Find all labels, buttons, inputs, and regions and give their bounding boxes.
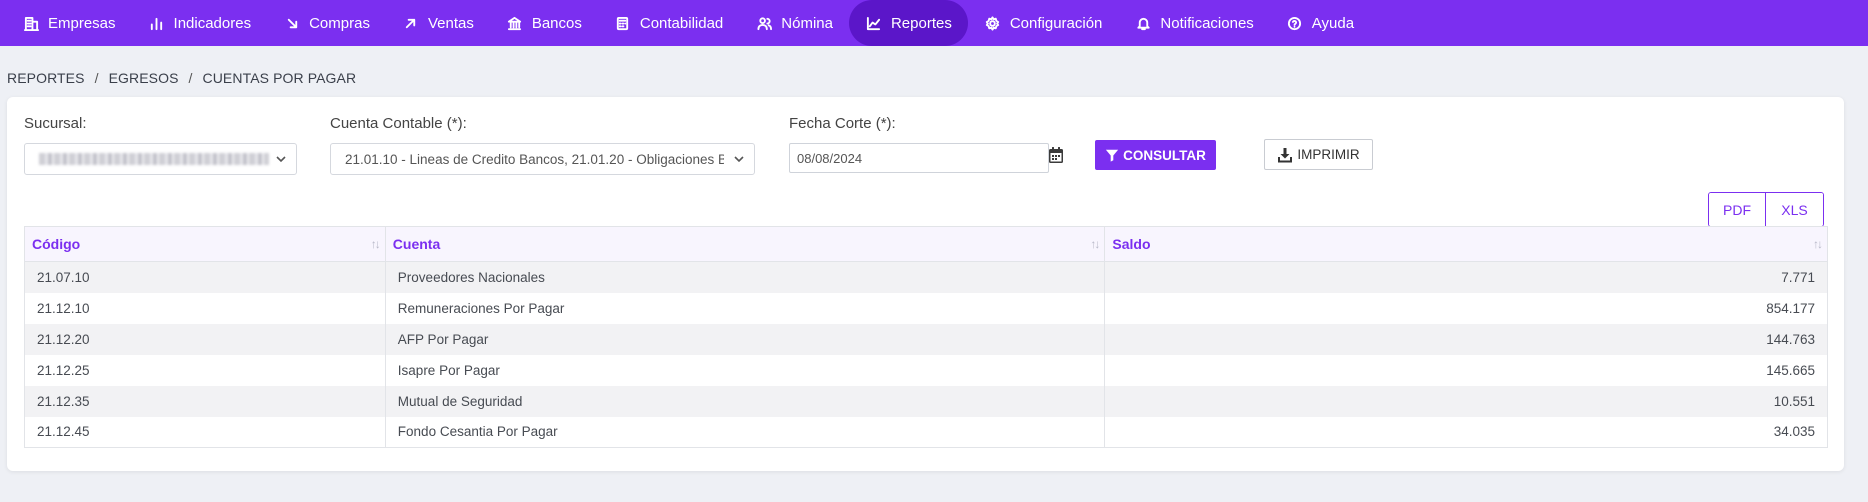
chevron-down-icon: [733, 153, 745, 165]
gear-icon: [984, 14, 1002, 32]
top-navigation: Empresas Indicadores Compras Ventas Banc…: [0, 0, 1868, 46]
calendar-icon[interactable]: [1049, 147, 1063, 163]
sort-icon: ↑↓: [370, 237, 381, 251]
bank-icon: [506, 14, 524, 32]
cuenta-contable-value: 21.01.10 - Lineas de Credito Bancos, 21.…: [345, 151, 724, 167]
imprimir-label: IMPRIMIR: [1297, 147, 1360, 162]
nav-item-label: Bancos: [531, 14, 582, 32]
nav-item-ayuda[interactable]: Ayuda: [1270, 0, 1370, 46]
breadcrumb-separator: /: [188, 70, 193, 86]
fecha-corte-value: 08/08/2024: [797, 150, 863, 166]
nav-item-label: Compras: [309, 14, 370, 32]
table-row: 21.12.20 AFP Por Pagar 144.763: [24, 323, 1828, 355]
column-header-saldo[interactable]: Saldo ↑↓: [1104, 226, 1828, 262]
breadcrumb-separator: /: [94, 70, 99, 86]
column-header-label: Cuenta: [392, 236, 441, 252]
breadcrumb-item-egresos[interactable]: EGRESOS: [109, 70, 179, 86]
nav-item-bancos[interactable]: Bancos: [490, 0, 598, 46]
table-row: 21.12.35 Mutual de Seguridad 10.551: [24, 385, 1828, 417]
table-row: 21.12.25 Isapre Por Pagar 145.665: [24, 354, 1828, 386]
cell-codigo: 21.12.10: [24, 292, 386, 324]
column-header-codigo[interactable]: Código ↑↓: [24, 226, 386, 262]
filter-icon: [1106, 149, 1119, 162]
report-card: Sucursal: Cuenta Contable (*): 21.01.10 …: [7, 97, 1844, 471]
cell-cuenta: Remuneraciones Por Pagar: [384, 292, 1106, 324]
arrow-up-right-icon: [402, 14, 420, 32]
bar-chart-icon: [148, 14, 166, 32]
nav-item-label: Nómina: [781, 14, 833, 32]
cell-cuenta: AFP Por Pagar: [384, 323, 1106, 355]
cell-codigo: 21.07.10: [24, 261, 386, 293]
cell-cuenta: Mutual de Seguridad: [384, 385, 1106, 417]
cell-codigo: 21.12.45: [24, 416, 386, 448]
nav-item-compras[interactable]: Compras: [267, 0, 386, 46]
cell-codigo: 21.12.35: [24, 385, 386, 417]
column-header-cuenta[interactable]: Cuenta ↑↓: [384, 226, 1106, 262]
building-icon: [22, 14, 40, 32]
arrow-down-right-icon: [283, 14, 301, 32]
nav-item-label: Reportes: [890, 14, 952, 32]
consultar-button[interactable]: CONSULTAR: [1095, 140, 1216, 170]
sort-icon: ↑↓: [1813, 237, 1823, 251]
nav-item-ventas[interactable]: Ventas: [386, 0, 490, 46]
calculator-icon: [614, 14, 632, 32]
cell-saldo: 144.763: [1104, 323, 1828, 355]
imprimir-button[interactable]: IMPRIMIR: [1264, 139, 1373, 170]
cell-cuenta: Proveedores Nacionales: [384, 261, 1106, 293]
cell-saldo: 854.177: [1104, 292, 1828, 324]
nav-item-label: Ventas: [427, 14, 474, 32]
cell-saldo: 34.035: [1104, 416, 1828, 448]
nav-item-label: Notificaciones: [1160, 14, 1254, 32]
breadcrumb: REPORTES / EGRESOS / CUENTAS POR PAGAR: [7, 70, 356, 86]
fecha-corte-input[interactable]: 08/08/2024: [789, 143, 1049, 173]
nav-item-indicadores[interactable]: Indicadores: [132, 0, 268, 46]
nav-item-notificaciones[interactable]: Notificaciones: [1118, 0, 1269, 46]
download-icon: [1278, 147, 1293, 162]
export-xls-button[interactable]: XLS: [1765, 193, 1823, 226]
nav-item-contabilidad[interactable]: Contabilidad: [598, 0, 739, 46]
cuentas-por-pagar-table: Código ↑↓ Cuenta ↑↓ Saldo ↑↓ 21.07.10 Prove…: [24, 226, 1828, 448]
cuenta-contable-label: Cuenta Contable (*):: [330, 115, 467, 132]
nav-item-label: Contabilidad: [639, 14, 724, 32]
table-header-row: Código ↑↓ Cuenta ↑↓ Saldo ↑↓: [24, 226, 1828, 262]
cell-saldo: 10.551: [1104, 385, 1828, 417]
breadcrumb-item-current: CUENTAS POR PAGAR: [202, 70, 357, 86]
cell-cuenta: Fondo Cesantia Por Pagar: [384, 416, 1106, 448]
chevron-down-icon: [275, 153, 287, 165]
consultar-label: CONSULTAR: [1123, 147, 1206, 163]
nav-item-label: Indicadores: [173, 14, 252, 32]
breadcrumb-item-reportes[interactable]: REPORTES: [7, 70, 85, 86]
export-button-group: PDF XLS: [1708, 192, 1824, 227]
cell-codigo: 21.12.25: [24, 354, 386, 386]
nav-item-reportes[interactable]: Reportes: [848, 0, 968, 46]
fecha-corte-label: Fecha Corte (*):: [789, 115, 896, 132]
nav-item-label: Empresas: [48, 14, 116, 32]
column-header-label: Saldo: [1112, 236, 1151, 252]
sucursal-select[interactable]: [24, 143, 297, 175]
sucursal-value-redacted: [39, 153, 269, 165]
cell-codigo: 21.12.20: [24, 323, 386, 355]
table-row: 21.07.10 Proveedores Nacionales 7.771: [24, 261, 1828, 293]
sort-icon: ↑↓: [1090, 237, 1100, 251]
bell-icon: [1134, 14, 1152, 32]
column-header-label: Código: [32, 236, 81, 252]
users-icon: [755, 14, 773, 32]
nav-item-nomina[interactable]: Nómina: [739, 0, 849, 46]
sucursal-label: Sucursal:: [24, 115, 87, 132]
cuenta-contable-select[interactable]: 21.01.10 - Lineas de Credito Bancos, 21.…: [330, 143, 755, 175]
cell-saldo: 7.771: [1104, 261, 1828, 293]
export-pdf-button[interactable]: PDF: [1709, 193, 1765, 226]
nav-item-configuracion[interactable]: Configuración: [968, 0, 1119, 46]
cell-cuenta: Isapre Por Pagar: [384, 354, 1106, 386]
table-row: 21.12.45 Fondo Cesantia Por Pagar 34.035: [24, 416, 1828, 448]
nav-item-label: Ayuda: [1311, 14, 1355, 32]
cell-saldo: 145.665: [1104, 354, 1828, 386]
help-circle-icon: [1286, 14, 1304, 32]
table-row: 21.12.10 Remuneraciones Por Pagar 854.17…: [24, 292, 1828, 324]
line-chart-icon: [865, 14, 883, 32]
nav-item-empresas[interactable]: Empresas: [6, 0, 132, 46]
nav-item-label: Configuración: [1009, 14, 1103, 32]
